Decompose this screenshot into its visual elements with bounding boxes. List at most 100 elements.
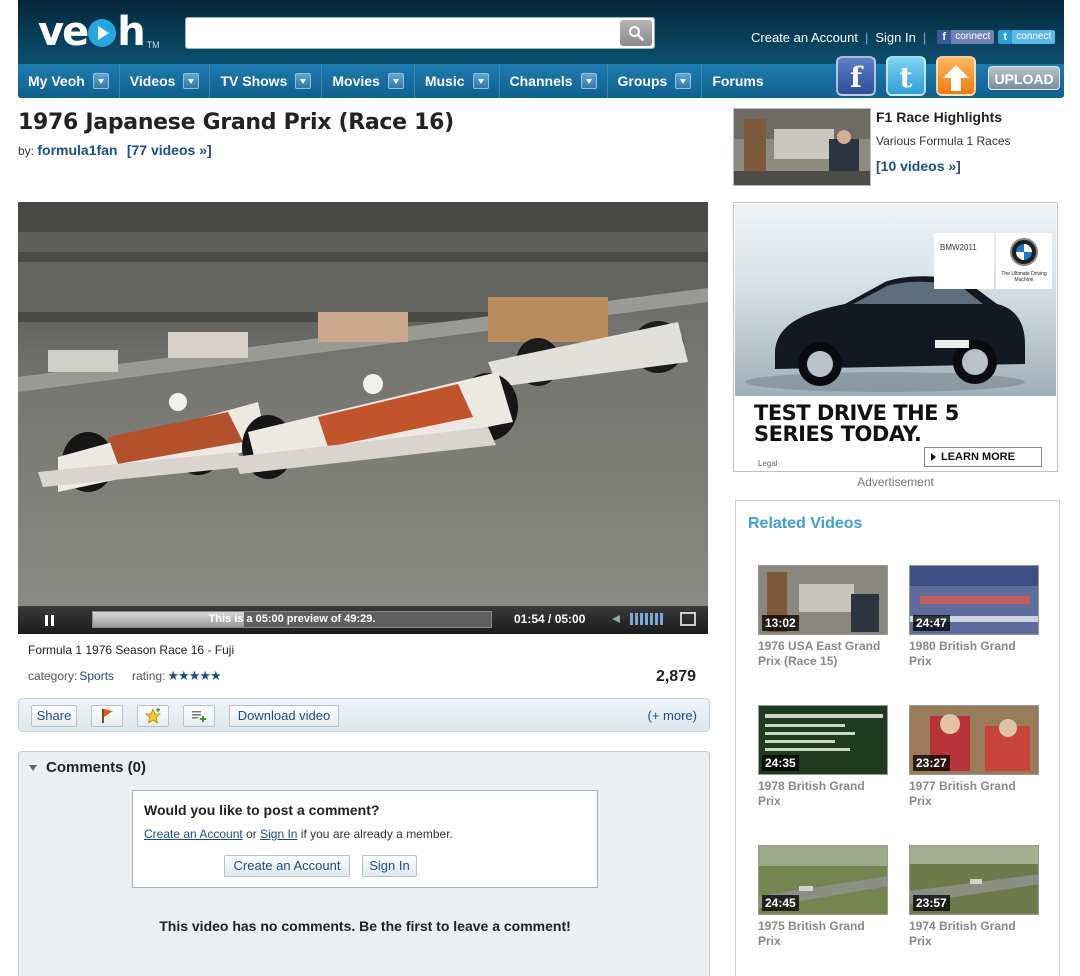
- volume-bar[interactable]: [645, 613, 648, 625]
- create-account-link[interactable]: Create an Account: [751, 30, 858, 45]
- sign-in-button[interactable]: Sign In: [362, 855, 417, 877]
- related-video-title[interactable]: 1976 USA East Grand Prix (Race 15): [758, 639, 888, 669]
- chevron-down-icon[interactable]: [92, 73, 109, 89]
- search-button[interactable]: [620, 20, 652, 46]
- related-video-thumbnail[interactable]: 23:57: [909, 845, 1039, 915]
- pit-crew-image: [734, 109, 870, 185]
- related-video-title[interactable]: 1980 British Grand Prix: [909, 639, 1039, 669]
- learn-more-button[interactable]: LEARN MORE: [924, 447, 1042, 467]
- related-video-item[interactable]: 23:27 1977 British Grand Prix: [909, 705, 1039, 809]
- related-video-thumbnail[interactable]: 24:45: [758, 845, 888, 915]
- video-player[interactable]: This is a 05:00 preview of 49:29. 01:54 …: [18, 202, 708, 634]
- volume-bar[interactable]: [640, 613, 643, 625]
- more-actions-link[interactable]: (+ more): [648, 708, 697, 723]
- nav-label: Videos: [129, 73, 176, 89]
- ad-legal-link[interactable]: Legal: [758, 459, 778, 468]
- rating-label: rating:: [132, 669, 166, 683]
- social-share-icons: f t: [836, 56, 976, 96]
- uploader-link[interactable]: formula1fan: [37, 142, 117, 158]
- nav-groups[interactable]: Groups: [608, 64, 703, 98]
- logo-play-icon: [88, 19, 117, 47]
- volume-bar[interactable]: [635, 613, 638, 625]
- related-video-title[interactable]: 1978 British Grand Prix: [758, 779, 888, 809]
- related-video-title[interactable]: 1974 British Grand Prix: [909, 919, 1039, 949]
- chevron-down-icon[interactable]: [675, 73, 692, 89]
- pause-icon[interactable]: [18, 606, 68, 634]
- related-video-item[interactable]: 24:45 1975 British Grand Prix: [758, 845, 888, 949]
- facebook-connect-button[interactable]: f connect: [937, 30, 995, 44]
- video-duration: 24:35: [762, 755, 799, 771]
- chevron-down-icon[interactable]: [295, 73, 312, 89]
- veoh-logo[interactable]: ve h TM: [38, 8, 160, 56]
- nav-forums[interactable]: Forums: [702, 64, 773, 98]
- speaker-icon[interactable]: [612, 613, 622, 625]
- twitter-connect-button[interactable]: t connect: [998, 30, 1056, 44]
- related-video-thumbnail[interactable]: 24:35: [758, 705, 888, 775]
- related-video-item[interactable]: 23:57 1974 British Grand Prix: [909, 845, 1039, 949]
- account-links: Create an Account | Sign In | f connect t…: [751, 27, 1056, 47]
- chevron-down-icon[interactable]: [472, 73, 489, 89]
- related-video-title[interactable]: 1977 British Grand Prix: [909, 779, 1039, 809]
- related-video-item[interactable]: 24:47 1980 British Grand Prix: [909, 565, 1039, 669]
- related-video-thumbnail[interactable]: 23:27: [909, 705, 1039, 775]
- share-button[interactable]: Share: [31, 705, 77, 727]
- chevron-down-icon[interactable]: [580, 73, 597, 89]
- rating-stars[interactable]: ★★★★★: [167, 668, 221, 684]
- upload-button[interactable]: UPLOAD: [988, 66, 1060, 90]
- nav-music[interactable]: Music: [415, 64, 500, 98]
- main-nav: My Veoh Videos TV Shows Movies Music Cha…: [18, 64, 774, 98]
- create-account-link[interactable]: Create an Account: [144, 827, 243, 841]
- bmw-roundel-icon: [1010, 238, 1038, 266]
- nav-videos[interactable]: Videos: [120, 64, 211, 98]
- search-input[interactable]: [186, 18, 616, 48]
- sign-in-link[interactable]: Sign In: [260, 827, 297, 841]
- create-account-button[interactable]: Create an Account: [224, 855, 350, 877]
- comment-login-line: Create an Account or Sign In if you are …: [144, 827, 453, 841]
- related-video-item[interactable]: 13:02 1976 USA East Grand Prix (Race 15): [758, 565, 888, 669]
- related-video-thumbnail[interactable]: 13:02: [758, 565, 888, 635]
- volume-bar[interactable]: [630, 613, 633, 625]
- title-line: 1980 British Grand: [909, 639, 1016, 653]
- nav-channels[interactable]: Channels: [500, 64, 608, 98]
- preview-message: This is a 05:00 preview of 49:29.: [208, 613, 376, 625]
- volume-bar[interactable]: [655, 613, 658, 625]
- nav-tv-shows[interactable]: TV Shows: [210, 64, 323, 98]
- category-link[interactable]: Sports: [79, 669, 114, 683]
- facebook-icon[interactable]: f: [836, 56, 876, 96]
- upload-arrow-icon[interactable]: [936, 56, 976, 96]
- favorite-button[interactable]: [137, 705, 169, 727]
- chevron-down-icon[interactable]: [387, 73, 404, 89]
- fullscreen-icon[interactable]: [680, 612, 696, 626]
- volume-control[interactable]: [612, 613, 663, 625]
- nav-my-veoh[interactable]: My Veoh: [18, 64, 120, 98]
- chevron-down-icon[interactable]: [183, 73, 200, 89]
- add-to-playlist-button[interactable]: [183, 705, 215, 727]
- flag-button[interactable]: [91, 705, 123, 727]
- nav-label: Groups: [617, 73, 668, 89]
- video-frame[interactable]: [18, 202, 708, 606]
- video-duration: 23:27: [913, 755, 950, 771]
- title-line: Prix: [909, 934, 932, 948]
- uploader-videos-link[interactable]: [77 videos »]: [127, 142, 212, 158]
- related-video-item[interactable]: 24:35 1978 British Grand Prix: [758, 705, 888, 809]
- related-video-thumbnail[interactable]: 24:47: [909, 565, 1039, 635]
- advertisement-banner[interactable]: BMW2011 The Ultimate Driving Machine TES…: [733, 202, 1058, 472]
- download-video-button[interactable]: Download video: [229, 705, 339, 727]
- or-text: or: [246, 827, 257, 841]
- logo-trademark: TM: [146, 40, 160, 50]
- comments-toggle[interactable]: Comments (0): [29, 759, 146, 776]
- volume-bar[interactable]: [650, 613, 653, 625]
- twitter-icon: t: [998, 30, 1013, 44]
- player-controls: This is a 05:00 preview of 49:29. 01:54 …: [18, 606, 708, 634]
- related-video-title[interactable]: 1975 British Grand Prix: [758, 919, 888, 949]
- bmw-logo: The Ultimate Driving Machine: [996, 233, 1052, 289]
- playlist-title[interactable]: F1 Race Highlights: [876, 109, 1002, 125]
- progress-bar[interactable]: This is a 05:00 preview of 49:29.: [92, 611, 492, 628]
- twitter-icon[interactable]: t: [886, 56, 926, 96]
- volume-bar[interactable]: [660, 613, 663, 625]
- nav-movies[interactable]: Movies: [322, 64, 415, 98]
- sign-in-link[interactable]: Sign In: [875, 30, 915, 45]
- playlist-add-icon: [192, 711, 206, 722]
- playlist-thumbnail[interactable]: [733, 108, 871, 186]
- playlist-videos-link[interactable]: [10 videos »]: [876, 158, 961, 174]
